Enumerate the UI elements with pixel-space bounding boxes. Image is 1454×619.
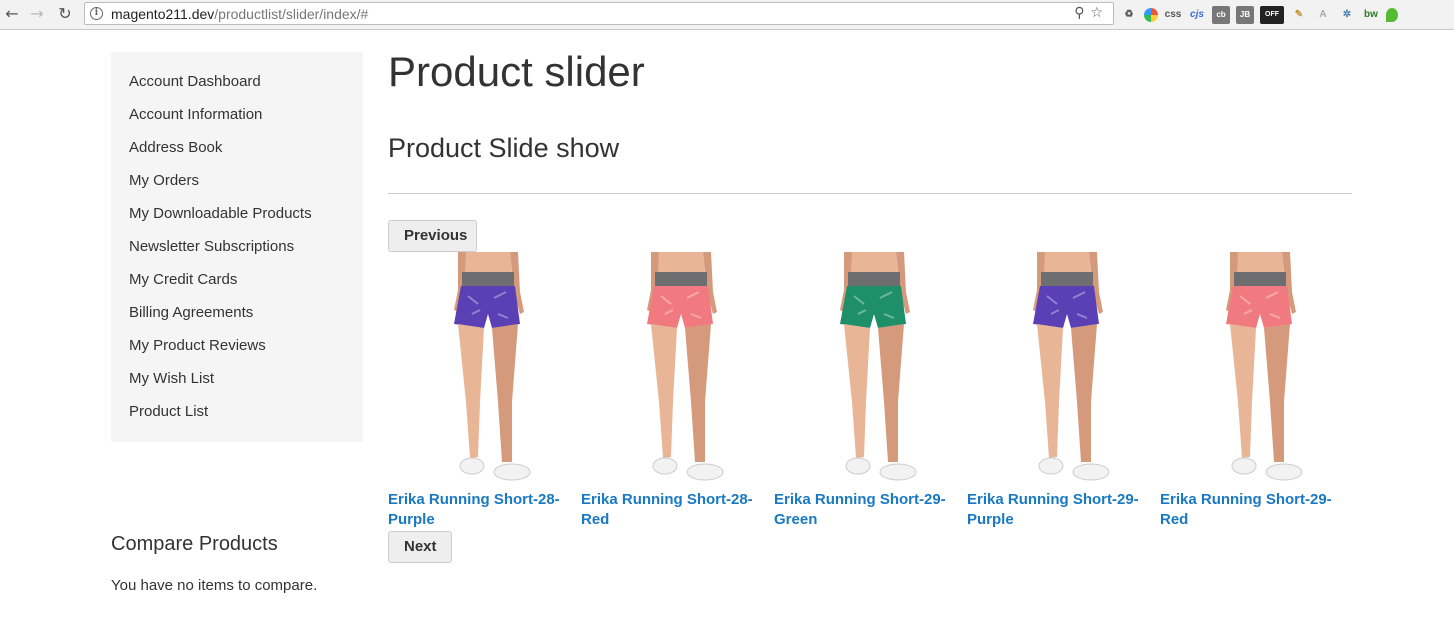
- url-text: magento211.dev/productlist/slider/index/…: [111, 6, 369, 22]
- sidebar-item-my-orders[interactable]: My Orders: [111, 164, 363, 197]
- account-navigation: Account Dashboard Account Information Ad…: [111, 52, 363, 442]
- page-title: Product slider: [388, 48, 645, 95]
- address-bar[interactable]: i magento211.dev/productlist/slider/inde…: [84, 2, 1114, 25]
- info-icon[interactable]: i: [90, 7, 103, 20]
- off-extension-icon[interactable]: OFF: [1260, 6, 1284, 24]
- color-wheel-icon[interactable]: [1144, 8, 1158, 22]
- section-title: Product Slide show: [388, 133, 620, 163]
- recycle-icon[interactable]: ♻: [1120, 6, 1138, 24]
- sidebar-item-newsletter-subscriptions[interactable]: Newsletter Subscriptions: [111, 230, 363, 263]
- bookmark-star-icon[interactable]: ⚲☆: [1074, 5, 1109, 21]
- sidebar-item-billing-agreements[interactable]: Billing Agreements: [111, 296, 363, 329]
- product-item: Erika Running Short-29-Green: [774, 252, 967, 532]
- cb-extension-icon[interactable]: cb: [1212, 6, 1230, 24]
- browser-toolbar: ← → ↻ i magento211.dev/productlist/slide…: [0, 0, 1454, 30]
- product-image[interactable]: [814, 252, 934, 488]
- product-name-link[interactable]: Erika Running Short-28-Red: [581, 490, 774, 530]
- product-image[interactable]: [1007, 252, 1127, 488]
- product-name-link[interactable]: Erika Running Short-28-Purple: [388, 490, 581, 530]
- sidebar-item-account-dashboard[interactable]: Account Dashboard: [111, 65, 363, 98]
- extensions-bar: ♻ css cjs cb JB OFF ✎ A ✲ bw: [1120, 4, 1398, 26]
- jb-extension-icon[interactable]: JB: [1236, 6, 1254, 24]
- product-item: Erika Running Short-28-Red: [581, 252, 774, 532]
- sidebar-item-wish-list[interactable]: My Wish List: [111, 362, 363, 395]
- forward-icon[interactable]: →: [27, 4, 47, 24]
- gear-icon[interactable]: ✲: [1338, 6, 1356, 24]
- next-button[interactable]: Next: [388, 531, 452, 563]
- pencil-icon[interactable]: ✎: [1290, 6, 1308, 24]
- sidebar-item-product-list[interactable]: Product List: [111, 395, 363, 428]
- product-image[interactable]: [621, 252, 741, 488]
- product-name-link[interactable]: Erika Running Short-29-Purple: [967, 490, 1160, 530]
- reload-icon[interactable]: ↻: [55, 4, 75, 24]
- sidebar-item-account-information[interactable]: Account Information: [111, 98, 363, 131]
- product-slider: Erika Running Short-28-Purple Erika Runn…: [388, 252, 1354, 532]
- product-item: Erika Running Short-28-Purple: [388, 252, 581, 532]
- sidebar-item-product-reviews[interactable]: My Product Reviews: [111, 329, 363, 362]
- bw-extension-icon[interactable]: bw: [1362, 6, 1380, 24]
- product-image[interactable]: [428, 252, 548, 488]
- compare-products-title: Compare Products: [111, 533, 278, 555]
- product-name-link[interactable]: Erika Running Short-29-Red: [1160, 490, 1353, 530]
- angular-extension-icon[interactable]: A: [1314, 6, 1332, 24]
- product-name-link[interactable]: Erika Running Short-29-Green: [774, 490, 967, 530]
- previous-button[interactable]: Previous: [388, 220, 477, 252]
- product-image[interactable]: [1200, 252, 1320, 488]
- cjs-extension-icon[interactable]: cjs: [1188, 6, 1206, 24]
- sidebar-item-credit-cards[interactable]: My Credit Cards: [111, 263, 363, 296]
- product-item: Erika Running Short-29-Purple: [967, 252, 1160, 532]
- product-item: Erika Running Short-29-Red: [1160, 252, 1353, 532]
- leaf-icon[interactable]: [1386, 8, 1398, 22]
- css-extension-icon[interactable]: css: [1164, 6, 1182, 24]
- back-icon[interactable]: ←: [2, 4, 22, 24]
- sidebar-item-downloadable-products[interactable]: My Downloadable Products: [111, 197, 363, 230]
- sidebar-item-address-book[interactable]: Address Book: [111, 131, 363, 164]
- divider: [388, 193, 1352, 194]
- compare-empty-message: You have no items to compare.: [111, 577, 318, 594]
